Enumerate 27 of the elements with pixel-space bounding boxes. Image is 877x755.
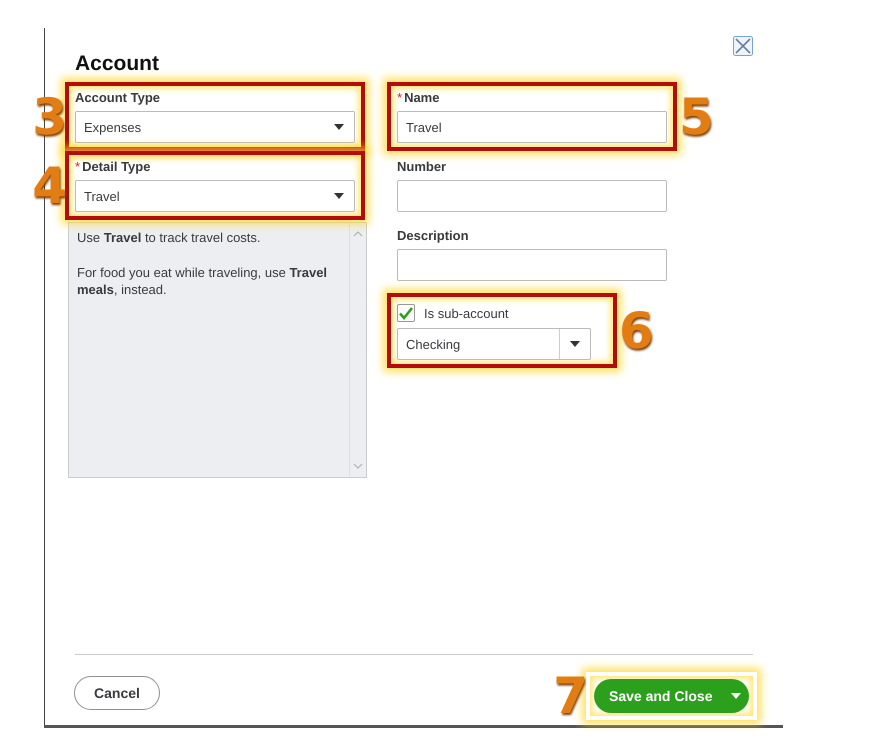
field-label: Number bbox=[397, 158, 448, 176]
field-label: *Detail Type bbox=[75, 158, 152, 176]
caret-icon bbox=[731, 693, 741, 699]
dropdown-field[interactable]: Expenses bbox=[75, 111, 355, 143]
field-label: *Name bbox=[397, 89, 440, 107]
caret-icon bbox=[334, 124, 344, 130]
scroll-down-icon[interactable] bbox=[353, 463, 363, 469]
help-text: For food you eat while traveling, use Travel meals, instead. bbox=[77, 264, 328, 298]
scroll-up-icon[interactable] bbox=[353, 231, 363, 237]
parent-account-dropdown[interactable]: Checking bbox=[397, 328, 591, 360]
callout-number: 6 bbox=[619, 306, 654, 356]
input-field[interactable] bbox=[397, 180, 667, 212]
caret-icon bbox=[570, 341, 580, 347]
input-field[interactable]: Travel bbox=[397, 111, 667, 143]
callout-number: 7 bbox=[553, 671, 588, 721]
field-label: Description bbox=[397, 227, 470, 245]
cancel-button[interactable]: Cancel bbox=[74, 676, 160, 710]
caret-icon bbox=[334, 193, 344, 199]
dialog-title: Account bbox=[75, 52, 159, 76]
field-label: Account Type bbox=[75, 89, 161, 107]
checkbox-label: Is sub-account bbox=[424, 306, 509, 320]
close-icon[interactable] bbox=[733, 36, 753, 56]
help-text: Use Travel to track travel costs. bbox=[77, 229, 262, 246]
callout-number: 5 bbox=[679, 92, 714, 142]
dropdown-field[interactable]: Travel bbox=[75, 180, 355, 212]
checkbox[interactable] bbox=[397, 304, 415, 322]
input-field[interactable] bbox=[397, 249, 667, 281]
